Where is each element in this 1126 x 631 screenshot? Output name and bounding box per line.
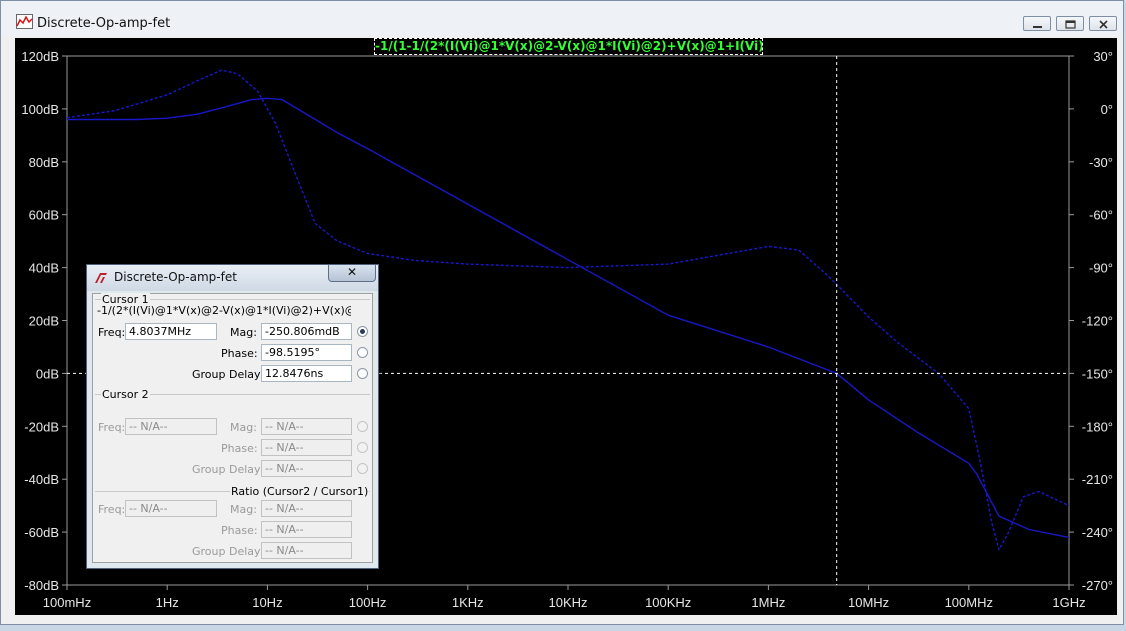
ratio-freq-field[interactable]: -- N/A-- — [125, 500, 217, 517]
ratio-freq-label: Freq: — [98, 503, 126, 516]
cursor2-mag-radio[interactable] — [357, 421, 368, 432]
cursor1-freq-label: Freq: — [98, 326, 126, 339]
trace-expression-label[interactable]: -1/(1-1/(2*(I(Vi)@1*V(x)@2-V(x)@1*I(Vi)@… — [374, 38, 763, 55]
y-right-tick-label: -60° — [1089, 208, 1113, 223]
ratio-phase-label: Phase: — [221, 524, 258, 537]
cursor1-expression: -1/(2*(I(Vi)@1*V(x)@2-V(x)@1*I(Vi)@2)+V(… — [97, 304, 351, 317]
x-tick-label: 100KHz — [645, 595, 691, 610]
cursor2-phase-label: Phase: — [221, 442, 258, 455]
cursor-dialog-titlebar[interactable]: Discrete-Op-amp-fet ✕ — [87, 265, 378, 291]
x-tick-label: 1GHz — [1052, 595, 1085, 610]
cursor2-groupdelay-radio[interactable] — [357, 463, 368, 474]
cursor1-freq-field[interactable]: 4.8037MHz — [125, 323, 217, 340]
cursor1-groupdelay-field[interactable]: 12.8476ns — [261, 365, 352, 382]
waveform-window: Discrete-Op-amp-fet 100mHz 1Hz 10Hz 100Hz 1K… — [0, 0, 1124, 625]
y-right-tick-label: -120° — [1082, 314, 1113, 329]
y-right-tick-label: -240° — [1082, 525, 1113, 540]
close-icon: ✕ — [347, 265, 358, 279]
cursor-dialog-body: Cursor 1 -1/(2*(I(Vi)@1*V(x)@2-V(x)@1*I(… — [92, 293, 373, 563]
y-right-tick-label: -150° — [1082, 366, 1113, 381]
cursor-dialog-close-button[interactable]: ✕ — [328, 265, 376, 282]
y-left-tick-label: 120dB — [21, 49, 59, 64]
cursor1-mag-field[interactable]: -250.806mdB — [261, 323, 352, 340]
ratio-heading: Ratio (Cursor2 / Cursor1) — [230, 485, 370, 498]
y-left-tick-label: 40dB — [29, 261, 59, 276]
y-left-tick-label: 80dB — [29, 155, 59, 170]
cursor2-groupdelay-field[interactable]: -- N/A-- — [261, 460, 352, 477]
cursor1-mag-label: Mag: — [230, 326, 257, 339]
x-tick-label: 10KHz — [548, 595, 587, 610]
cursor1-phase-field[interactable]: -98.5195° — [261, 344, 352, 361]
cursor2-freq-label: Freq: — [98, 421, 126, 434]
ratio-phase-field[interactable]: -- N/A-- — [261, 521, 352, 538]
cursor1-mag-radio[interactable] — [357, 326, 368, 337]
x-tick-label: 1MHz — [751, 595, 785, 610]
y-left-tick-label: 20dB — [29, 314, 59, 329]
y-left-tick-label: 60dB — [29, 208, 59, 223]
cursor2-mag-label: Mag: — [230, 421, 257, 434]
ratio-groupdelay-label: Group Delay: — [192, 545, 264, 558]
y-right-tick-label: -90° — [1089, 261, 1113, 276]
cursor2-heading: Cursor 2 — [101, 388, 150, 401]
cursor2-groupdelay-label: Group Delay: — [192, 463, 264, 476]
x-tick-label: 100MHz — [945, 595, 993, 610]
ltspice-icon — [95, 273, 107, 283]
y-right-tick-label: -270° — [1082, 578, 1113, 593]
x-tick-label: 10MHz — [848, 595, 889, 610]
cursor1-phase-label: Phase: — [221, 347, 258, 360]
y-left-tick-label: -20dB — [24, 419, 59, 434]
ratio-groupdelay-field[interactable]: -- N/A-- — [261, 542, 352, 559]
cursor2-phase-field[interactable]: -- N/A-- — [261, 439, 352, 456]
y-left-tick-label: -60dB — [24, 525, 59, 540]
y-right-tick-label: -30° — [1089, 155, 1113, 170]
cursor2-mag-field[interactable]: -- N/A-- — [261, 418, 352, 435]
y-right-tick-label: -180° — [1082, 419, 1113, 434]
y-left-tick-label: 100dB — [21, 102, 59, 117]
cursor-dialog-title: Discrete-Op-amp-fet — [114, 270, 237, 284]
ratio-mag-field[interactable]: -- N/A-- — [261, 500, 352, 517]
x-tick-label: 100Hz — [349, 595, 387, 610]
cursor1-groupdelay-label: Group Delay: — [192, 368, 264, 381]
x-tick-label: 1Hz — [156, 595, 179, 610]
x-tick-label: 1KHz — [452, 595, 484, 610]
cursor1-groupdelay-radio[interactable] — [357, 368, 368, 379]
x-tick-label: 10Hz — [252, 595, 282, 610]
ratio-mag-label: Mag: — [230, 503, 257, 516]
cursor2-phase-radio[interactable] — [357, 442, 368, 453]
cursor1-phase-radio[interactable] — [357, 347, 368, 358]
y-left-tick-label: 0dB — [36, 366, 59, 381]
y-left-tick-label: -40dB — [24, 472, 59, 487]
y-right-tick-label: 30° — [1093, 49, 1113, 64]
y-right-tick-label: -210° — [1082, 472, 1113, 487]
y-left-tick-label: -80dB — [24, 578, 59, 593]
cursor2-freq-field[interactable]: -- N/A-- — [125, 418, 217, 435]
x-tick-label: 100mHz — [43, 595, 91, 610]
y-right-tick-label: 0° — [1101, 102, 1113, 117]
cursor-dialog: Discrete-Op-amp-fet ✕ Cursor 1 -1/(2*(I(… — [86, 264, 379, 569]
